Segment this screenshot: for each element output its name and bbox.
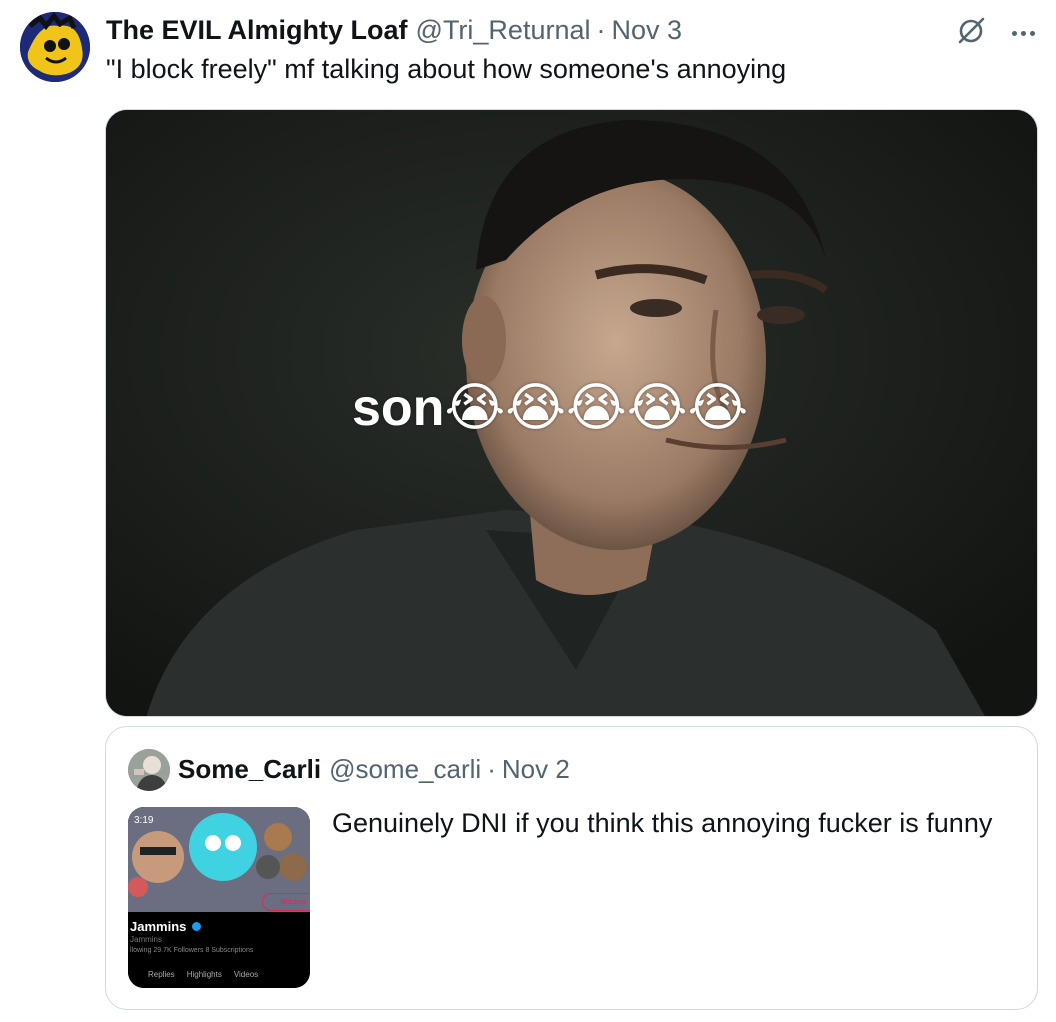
avatar[interactable]	[20, 12, 90, 82]
separator: ·	[596, 14, 606, 45]
thumbnail-tab: Highlights	[186, 970, 222, 979]
quoted-thumbnail[interactable]: 3:19 Blocked Jammins Jammins llowing 29.…	[128, 807, 310, 988]
more-icon[interactable]	[1008, 19, 1038, 49]
quoted-display-name[interactable]: Some_Carli	[178, 754, 321, 785]
media-caption: son😭😭😭😭😭	[352, 379, 749, 437]
quoted-text: Genuinely DNI if you think this annoying…	[332, 808, 993, 838]
tweet-actions-top	[956, 16, 1038, 51]
quoted-date[interactable]: Nov 2	[502, 754, 570, 785]
quoted-header: Some_Carli @some_carli · Nov 2	[178, 751, 570, 787]
quoted-tweet[interactable]: Some_Carli @some_carli · Nov 2 3:19 Bloc…	[105, 726, 1038, 1010]
thumbnail-time: 3:19	[134, 815, 154, 826]
quoted-handle[interactable]: @some_carli	[329, 754, 481, 785]
thumbnail-tab: Replies	[148, 970, 175, 979]
thumbnail-blocked-badge: Blocked	[262, 893, 310, 911]
verified-badge-icon	[192, 922, 201, 931]
thumbnail-tab: Videos	[233, 970, 259, 979]
display-name[interactable]: The EVIL Almighty Loaf	[106, 15, 408, 46]
tweet-date[interactable]: Nov 3	[612, 15, 683, 46]
user-handle[interactable]: @Tri_Returnal	[416, 15, 591, 46]
thumbnail-tabs: Replies Highlights Videos	[148, 970, 258, 979]
thumbnail-stats: llowing 29.7K Followers 8 Subscriptions	[130, 947, 254, 954]
thumbnail-profile-handle: Jammins	[130, 935, 163, 944]
tweet-header: The EVIL Almighty Loaf @Tri_Returnal · N…	[106, 12, 682, 48]
thumbnail-profile-name-text: Jammins	[130, 919, 187, 934]
grok-icon[interactable]	[956, 16, 986, 51]
quoted-separator: ·	[487, 753, 496, 784]
tweet-text: "I block freely" mf talking about how so…	[106, 54, 787, 84]
thumbnail-profile-name: Jammins	[130, 919, 201, 934]
tweet-media-image[interactable]: son😭😭😭😭😭	[105, 109, 1038, 717]
quoted-avatar[interactable]	[128, 749, 170, 791]
